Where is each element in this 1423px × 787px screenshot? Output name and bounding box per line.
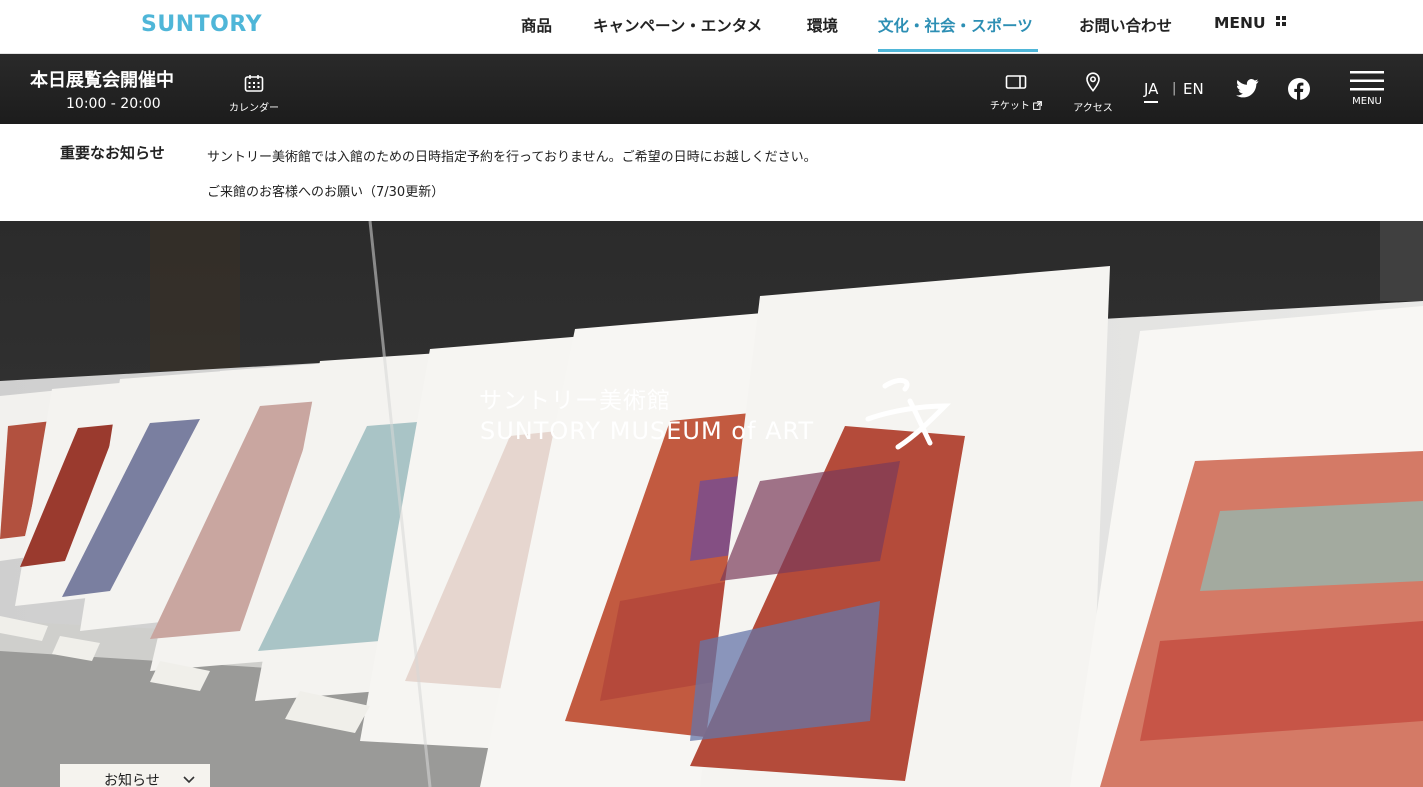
nav-campaign-entertainment[interactable]: キャンペーン・エンタメ <box>593 14 762 36</box>
chevron-down-icon <box>183 776 195 784</box>
lang-separator: | <box>1172 81 1177 96</box>
access-label: アクセス <box>1073 103 1113 114</box>
important-notice: 重要なお知らせ サントリー美術館では入館のための日時指定予約を行っておりません。… <box>0 124 1423 221</box>
calendar-icon <box>244 75 264 92</box>
exhibition-photo <box>0 221 1423 787</box>
open-status: 本日展覧会開催中 <box>30 70 174 91</box>
nav-products[interactable]: 商品 <box>521 14 552 36</box>
nav-contact[interactable]: お問い合わせ <box>1079 14 1172 36</box>
nav-environment[interactable]: 環境 <box>807 14 838 36</box>
external-link-icon <box>1033 101 1042 110</box>
nav-culture-society-sports[interactable]: 文化・社会・スポーツ <box>878 14 1033 36</box>
news-dropdown-tab[interactable]: お知らせ <box>60 764 210 787</box>
menu-label: MENU <box>1352 96 1382 107</box>
twitter-icon <box>1235 79 1258 98</box>
menu-button[interactable]: MENU <box>1350 70 1384 107</box>
facebook-icon <box>1288 78 1310 100</box>
hamburger-icon <box>1350 71 1384 91</box>
twitter-button[interactable] <box>1235 79 1259 102</box>
facebook-button[interactable] <box>1288 78 1310 104</box>
ticket-icon <box>1005 75 1027 89</box>
hero-title-japanese: サントリー美術館 <box>479 388 671 414</box>
notice-heading: 重要なお知らせ <box>60 144 165 162</box>
calendar-button[interactable]: カレンダー <box>228 74 280 114</box>
opening-hours: 10:00 - 20:00 <box>66 96 161 112</box>
lang-ja-link[interactable]: JA <box>1144 80 1159 103</box>
global-header: SUNTORY 商品 キャンペーン・エンタメ 環境 文化・社会・スポーツ お問い… <box>0 0 1423 54</box>
museum-info-bar: 本日展覧会開催中 10:00 - 20:00 カレンダー チケット アクセス J… <box>0 54 1423 124</box>
nav-menu-label: MENU <box>1214 14 1266 32</box>
suntory-logo[interactable]: SUNTORY <box>141 12 262 37</box>
notice-link-visitor-request[interactable]: ご来館のお客様へのお願い（7/30更新） <box>207 181 444 200</box>
map-pin-icon <box>1086 72 1100 92</box>
calendar-label: カレンダー <box>229 103 279 114</box>
hero-title-english: SUNTORY MUSEUM of ART <box>480 417 815 445</box>
nav-menu-button[interactable]: MENU <box>1214 14 1287 32</box>
grid-icon <box>1275 16 1287 27</box>
access-button[interactable]: アクセス <box>1070 72 1116 114</box>
ticket-button[interactable]: チケット <box>988 74 1044 112</box>
notice-link-reservation[interactable]: サントリー美術館では入館のための日時指定予約を行っておりません。ご希望の日時にお… <box>207 146 817 165</box>
hero-banner: サントリー美術館 SUNTORY MUSEUM of ART お知らせ <box>0 221 1423 787</box>
news-tab-label: お知らせ <box>104 773 160 787</box>
active-nav-indicator <box>878 49 1038 52</box>
ticket-label: チケット <box>989 101 1030 112</box>
lang-en-link[interactable]: EN <box>1183 80 1204 98</box>
